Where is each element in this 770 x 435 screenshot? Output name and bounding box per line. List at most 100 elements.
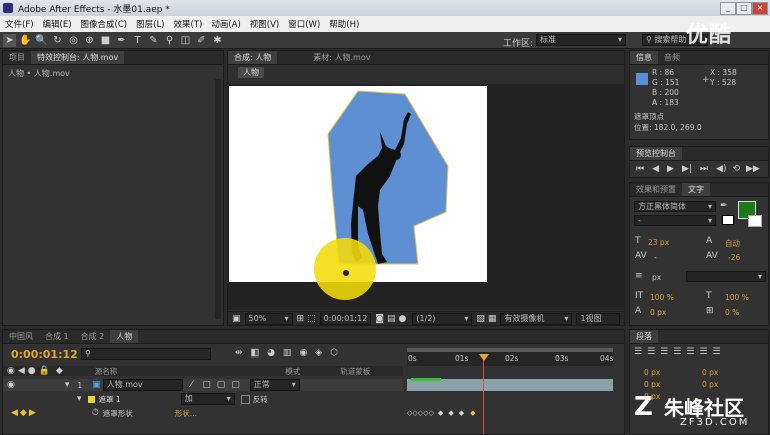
menu-layer[interactable]: 图层(L) — [136, 18, 164, 30]
fx-switch-icon[interactable]: ⁄ — [191, 380, 193, 390]
channel-color-icon[interactable]: ● — [399, 314, 407, 324]
vertical-scale-value[interactable]: 100 % — [650, 293, 674, 302]
indent-right-value[interactable]: 0 px — [702, 368, 718, 377]
timeline-timecode[interactable]: 0:00:01:12 — [11, 348, 78, 361]
justify-all-icon[interactable]: ☰ — [712, 347, 720, 357]
current-time-indicator[interactable] — [483, 354, 484, 434]
first-frame-icon[interactable]: ⏮ — [636, 164, 644, 174]
expand-triangle-icon[interactable]: ▾ — [65, 380, 70, 390]
tab-info[interactable]: 信息 — [630, 51, 658, 64]
align-left-icon[interactable]: ☰ — [634, 347, 642, 357]
motion-blur-switch-icon[interactable]: ▢ — [202, 380, 211, 390]
safe-zones-icon[interactable]: ▣ — [232, 314, 241, 324]
zoom-select[interactable]: 50% ▾ — [244, 312, 293, 325]
pan-behind-tool-icon[interactable]: ⊕ — [83, 34, 96, 47]
indent-left-value[interactable]: 0 px — [644, 368, 660, 377]
close-button[interactable]: × — [752, 2, 768, 15]
draft-3d-icon[interactable]: ◧ — [250, 348, 260, 358]
stroke-unit[interactable]: px — [652, 273, 661, 282]
workspace-select[interactable]: 标准 ▾ — [536, 34, 626, 46]
tab-audio[interactable]: 音频 — [658, 51, 686, 64]
indent-first-value[interactable]: 0 px — [644, 380, 660, 389]
comp-name-chip[interactable]: 人物 — [238, 67, 264, 78]
camera-tool-icon[interactable]: ◎ — [67, 34, 80, 47]
visibility-eye-icon[interactable]: ◉ — [7, 380, 15, 390]
mask-invert-checkbox[interactable] — [240, 394, 250, 404]
mask-mode-select[interactable]: 加 ▾ — [180, 393, 235, 405]
menu-effect[interactable]: 效果(T) — [174, 18, 203, 30]
frame-blending-icon[interactable]: ▥ — [283, 348, 292, 358]
tab-timeline-comp2[interactable]: 合成 2 — [75, 330, 111, 343]
eyedropper-icon[interactable]: ✒ — [720, 201, 728, 211]
adjustment-switch-icon[interactable]: ▢ — [217, 380, 226, 390]
time-ruler[interactable]: 0s 01s 02s 03s 04s — [407, 348, 613, 366]
brush-tool-icon[interactable]: ✎ — [147, 34, 160, 47]
keyframe-diamond-icon[interactable]: ◆ — [459, 409, 464, 417]
mask-name[interactable]: 遮罩 1 — [99, 394, 121, 405]
rectangle-mask-tool-icon[interactable]: ■ — [99, 34, 112, 47]
menu-file[interactable]: 文件(F) — [5, 18, 34, 30]
shy-layers-icon[interactable]: ◕ — [267, 348, 275, 358]
menu-help[interactable]: 帮助(H) — [329, 18, 359, 30]
tab-footage[interactable]: 素材: 人物.mov — [307, 51, 376, 64]
font-family-select[interactable]: 方正黑体简体 ▾ — [634, 201, 716, 212]
keyframe-diamond-icon[interactable]: ◆ — [470, 409, 475, 417]
brainstorm-icon[interactable]: ◈ — [315, 348, 322, 358]
menu-composition[interactable]: 图像合成(C) — [81, 18, 128, 30]
eraser-tool-icon[interactable]: ◫ — [179, 34, 192, 47]
tab-timeline-china-style[interactable]: 中国风 — [3, 330, 39, 343]
maximize-button[interactable]: □ — [736, 2, 752, 15]
composition-viewer[interactable] — [228, 84, 624, 310]
last-frame-icon[interactable]: ⏭ — [700, 164, 708, 174]
next-frame-icon[interactable]: ▶| — [682, 164, 692, 174]
clone-stamp-tool-icon[interactable]: ⚲ — [163, 34, 176, 47]
comp-mini-flowchart-icon[interactable]: ⇹ — [235, 348, 243, 358]
previous-frame-icon[interactable]: ◀ — [652, 164, 659, 174]
roto-brush-tool-icon[interactable]: ✐ — [195, 34, 208, 47]
views-select[interactable]: 1视图 — [576, 312, 621, 325]
motion-blur-icon[interactable]: ◉ — [299, 348, 307, 358]
leading-value[interactable]: 自动 — [725, 238, 740, 249]
tsume-value[interactable]: 0 % — [725, 308, 739, 317]
grid-icon[interactable]: ⊞ — [297, 314, 305, 324]
snapshot-camera-icon[interactable]: ◙ — [375, 314, 384, 324]
kerning-value[interactable]: - — [654, 253, 657, 262]
camera-select[interactable]: 有效摄像机 ▾ — [500, 312, 573, 325]
align-center-icon[interactable]: ☰ — [647, 347, 655, 357]
justify-right-icon[interactable]: ☰ — [699, 347, 707, 357]
horizontal-scale-value[interactable]: 100 % — [725, 293, 749, 302]
tab-timeline-person[interactable]: 人物 — [110, 330, 139, 343]
text-tool-icon[interactable]: T — [131, 34, 144, 47]
font-size-value[interactable]: 23 px — [648, 238, 669, 247]
add-keyframe-icon[interactable]: ◆ — [20, 408, 27, 418]
keyframe-diamond-icon[interactable]: ◆ — [438, 409, 443, 417]
mask-shape-row[interactable]: ◀ ◆ ▶ ⏱ 遮罩形状 形状... — [3, 407, 403, 419]
menu-view[interactable]: 视图(V) — [250, 18, 279, 30]
tab-composition[interactable]: 合成: 人物 — [228, 51, 278, 64]
stroke-style-select[interactable]: ▾ — [686, 271, 766, 282]
project-scrollbar[interactable] — [215, 79, 221, 319]
play-icon[interactable]: ▶ — [667, 164, 674, 174]
menu-window[interactable]: 窗口(W) — [288, 18, 320, 30]
current-time-indicator-head[interactable] — [479, 354, 489, 361]
font-style-select[interactable]: - ▾ — [634, 215, 716, 226]
tab-text[interactable]: 文字 — [682, 183, 710, 196]
loop-icon[interactable]: ⟲ — [732, 164, 740, 174]
fast-preview-icon[interactable]: ▧ — [476, 314, 485, 324]
no-fill-swatch[interactable] — [748, 215, 762, 227]
layer-row[interactable]: ◉ ▾ 1 ▣ 人物.mov ⁄ ▢ ▢ ▢ 正常 ▾ — [3, 379, 403, 391]
expand-triangle-icon[interactable]: ▾ — [77, 394, 82, 404]
transparency-grid-icon[interactable]: ▦ — [488, 314, 497, 324]
timeline-search-input[interactable]: ⚲ — [81, 348, 211, 360]
audio-icon[interactable]: ◀) — [716, 164, 726, 174]
resolution-select[interactable]: (1/2) ▾ — [412, 312, 473, 325]
mask-shape-value[interactable]: 形状... — [175, 408, 197, 419]
mask-row[interactable]: ▾ 遮罩 1 加 ▾ 反转 — [3, 393, 403, 405]
region-of-interest-icon[interactable]: ⬚ — [307, 314, 316, 324]
baseline-shift-value[interactable]: 0 px — [650, 308, 666, 317]
menu-edit[interactable]: 编辑(E) — [43, 18, 72, 30]
tab-paragraph[interactable]: 段落 — [630, 330, 658, 343]
align-right-icon[interactable]: ☰ — [660, 347, 668, 357]
graph-editor-icon[interactable]: ⬡ — [330, 348, 338, 358]
layer-name[interactable]: 人物.mov — [102, 379, 183, 391]
